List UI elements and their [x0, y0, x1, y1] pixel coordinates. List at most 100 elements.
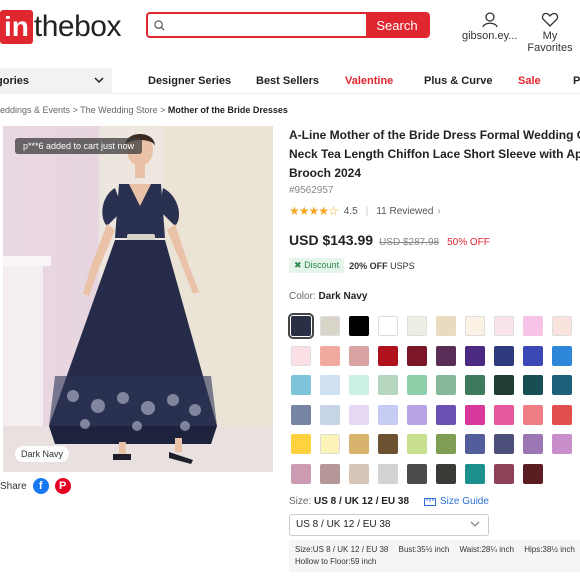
favorites-button[interactable]: My Favorites [520, 12, 580, 54]
nav-link-more[interactable]: P [573, 75, 580, 87]
product-image[interactable]: p***6 added to cart just now Dark Navy [3, 126, 273, 472]
color-swatch[interactable] [378, 375, 398, 395]
color-swatch[interactable] [320, 404, 340, 425]
color-swatch[interactable] [349, 434, 369, 454]
categories-dropdown[interactable]: gories [0, 68, 112, 94]
color-swatch[interactable] [494, 375, 514, 395]
color-swatch[interactable] [552, 375, 572, 395]
color-swatch[interactable] [552, 316, 572, 336]
color-swatch[interactable] [378, 404, 398, 425]
size-label-text: Size: [289, 496, 312, 507]
color-swatch[interactable] [494, 345, 514, 366]
breadcrumb-item[interactable]: The Wedding Store [80, 105, 157, 115]
facebook-icon[interactable]: f [32, 478, 49, 494]
nav-link-valentine[interactable]: Valentine [345, 75, 393, 87]
nav-link-designer-series[interactable]: Designer Series [148, 75, 231, 87]
ruler-icon [424, 497, 436, 506]
color-swatch[interactable] [291, 463, 311, 484]
breadcrumb-item[interactable]: eddings & Events [0, 105, 70, 115]
color-swatch[interactable] [407, 345, 427, 366]
size-detail: Hollow to Floor:59 inch [295, 557, 377, 566]
color-swatch[interactable] [523, 316, 543, 336]
color-swatch[interactable] [291, 434, 311, 454]
size-guide-label: Size Guide [440, 496, 489, 507]
color-swatch[interactable] [465, 434, 485, 454]
discount-amount: 20% OFF [349, 260, 388, 271]
color-swatch[interactable] [378, 463, 398, 484]
color-swatch[interactable] [320, 434, 340, 454]
size-guide-link[interactable]: Size Guide [424, 496, 489, 507]
color-swatch[interactable] [407, 463, 427, 484]
color-swatch[interactable] [407, 316, 427, 336]
share-label: Share [0, 480, 27, 492]
color-swatch[interactable] [465, 375, 485, 395]
discount-text: 20% OFF USPS [349, 261, 415, 271]
color-swatch[interactable] [465, 463, 485, 484]
reviews-link[interactable]: 11 Reviewed [376, 206, 433, 217]
color-swatch[interactable] [494, 316, 514, 336]
color-swatch[interactable] [349, 375, 369, 395]
color-swatch[interactable] [465, 316, 485, 336]
account-button[interactable]: gibson.ey... [462, 12, 517, 42]
color-swatch[interactable] [320, 345, 340, 366]
search-button[interactable]: Search [366, 14, 428, 36]
color-swatch[interactable] [465, 404, 485, 425]
color-swatch[interactable] [378, 316, 398, 336]
size-details: Size:US 8 / UK 12 / EU 38 Bust:35½ inch … [289, 540, 580, 572]
color-swatch[interactable] [436, 463, 456, 484]
color-swatch[interactable] [436, 404, 456, 425]
product-title-line: A-Line Mother of the Bride Dress Formal … [289, 128, 580, 142]
breadcrumb-separator: > [72, 105, 78, 115]
color-swatch[interactable] [494, 434, 514, 454]
discount-badge: ✖ Discount [289, 258, 345, 273]
rating-row: ★★★★☆ 4.5 | 11 Reviewed › [289, 204, 580, 218]
color-swatch[interactable] [288, 313, 314, 339]
color-swatch[interactable] [349, 404, 369, 425]
nav-link-sale[interactable]: Sale [518, 75, 541, 87]
sale-price: USD $143.99 [289, 232, 374, 248]
color-swatch[interactable] [407, 434, 427, 454]
color-swatch[interactable] [320, 316, 340, 336]
color-swatch[interactable] [523, 375, 543, 395]
nav-link-best-sellers[interactable]: Best Sellers [256, 75, 319, 87]
color-swatch[interactable] [407, 375, 427, 395]
color-swatch[interactable] [436, 316, 456, 336]
categories-label: gories [0, 75, 30, 87]
color-swatch[interactable] [436, 375, 456, 395]
color-swatch[interactable] [291, 404, 311, 425]
divider: | [365, 205, 369, 217]
cart-notification-toast: p***6 added to cart just now [15, 138, 143, 154]
color-swatch[interactable] [523, 463, 543, 484]
search-field[interactable] [148, 14, 366, 36]
search-input[interactable] [169, 18, 366, 32]
dress-model-illustration [3, 126, 273, 472]
color-swatch[interactable] [291, 345, 311, 366]
site-logo[interactable]: in thebox [0, 10, 121, 44]
discount-percent: 50% OFF [447, 237, 490, 248]
color-swatch[interactable] [552, 434, 572, 454]
color-swatch[interactable] [465, 345, 485, 366]
color-swatch[interactable] [349, 345, 369, 366]
color-swatch[interactable] [320, 463, 340, 484]
image-color-tag: Dark Navy [15, 446, 70, 462]
color-swatch[interactable] [320, 375, 340, 395]
nav-link-plus-curve[interactable]: Plus & Curve [424, 75, 492, 87]
color-swatch[interactable] [552, 345, 572, 366]
color-swatch[interactable] [407, 404, 427, 425]
color-swatch[interactable] [436, 345, 456, 366]
color-swatch[interactable] [349, 316, 369, 336]
color-swatch[interactable] [494, 463, 514, 484]
color-swatch[interactable] [523, 345, 543, 366]
color-swatch[interactable] [523, 404, 543, 425]
color-swatch[interactable] [494, 404, 514, 425]
size-detail: Waist:28¼ inch [459, 545, 514, 554]
color-swatch[interactable] [552, 404, 572, 425]
color-swatch[interactable] [378, 345, 398, 366]
color-swatch[interactable] [378, 434, 398, 454]
color-swatch[interactable] [349, 463, 369, 484]
size-select[interactable]: US 8 / UK 12 / EU 38 [289, 514, 489, 536]
color-swatch[interactable] [436, 434, 456, 454]
pinterest-icon[interactable]: P [54, 478, 71, 494]
color-swatch[interactable] [523, 434, 543, 454]
color-swatch[interactable] [291, 375, 311, 395]
